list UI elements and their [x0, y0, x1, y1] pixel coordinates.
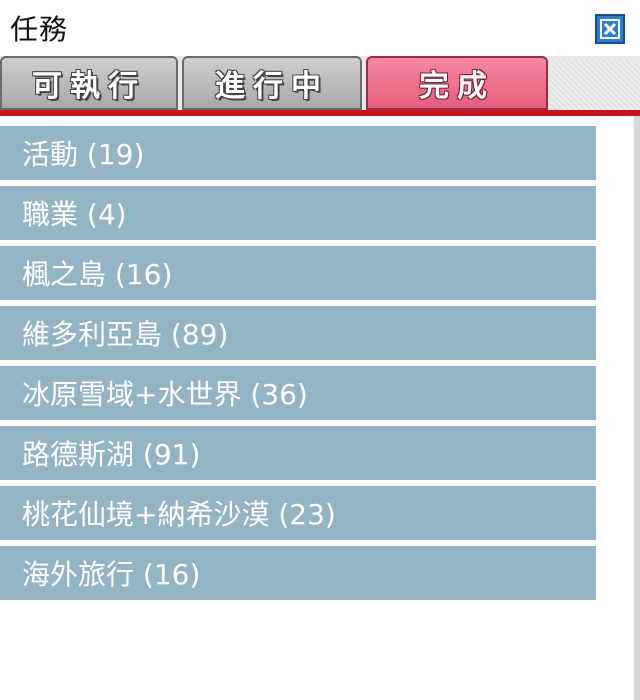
- quest-category-events[interactable]: 活動 (19): [0, 126, 596, 180]
- quest-category-victoria-island[interactable]: 維多利亞島 (89): [0, 306, 596, 360]
- category-label: 桃花仙境+納希沙漠 (23): [22, 498, 336, 531]
- close-icon: [600, 19, 620, 39]
- window-right-border: [634, 116, 640, 700]
- tab-bar-spacer: [550, 60, 640, 110]
- quest-category-list: 活動 (19) 職業 (4) 楓之島 (16) 維多利亞島 (89) 冰原雪域+…: [0, 126, 596, 606]
- tab-underline: [0, 110, 640, 116]
- title-bar: 任務: [0, 0, 640, 50]
- close-button[interactable]: [595, 14, 625, 44]
- quest-category-mulung-nihal[interactable]: 桃花仙境+納希沙漠 (23): [0, 486, 596, 540]
- window-title: 任務: [10, 13, 69, 46]
- quest-category-el-nath-aqua[interactable]: 冰原雪域+水世界 (36): [0, 366, 596, 420]
- category-label: 維多利亞島 (89): [22, 318, 229, 351]
- category-label: 活動 (19): [22, 138, 145, 171]
- category-label: 職業 (4): [22, 198, 127, 231]
- category-label: 楓之島 (16): [22, 258, 173, 291]
- tab-in-progress[interactable]: 進行中: [182, 56, 362, 110]
- quest-category-job[interactable]: 職業 (4): [0, 186, 596, 240]
- quest-category-ludus-lake[interactable]: 路德斯湖 (91): [0, 426, 596, 480]
- quest-category-maple-island[interactable]: 楓之島 (16): [0, 246, 596, 300]
- tab-label: 完成: [419, 69, 495, 104]
- tab-label: 進行中: [215, 69, 329, 104]
- category-label: 海外旅行 (16): [22, 558, 201, 591]
- tab-bar: 可執行 進行中 完成: [0, 56, 640, 112]
- category-label: 路德斯湖 (91): [22, 438, 201, 471]
- quest-category-world-tour[interactable]: 海外旅行 (16): [0, 546, 596, 600]
- tab-completed[interactable]: 完成: [366, 56, 548, 110]
- category-label: 冰原雪域+水世界 (36): [22, 378, 308, 411]
- tab-label: 可執行: [32, 69, 146, 104]
- tab-available[interactable]: 可執行: [0, 56, 178, 110]
